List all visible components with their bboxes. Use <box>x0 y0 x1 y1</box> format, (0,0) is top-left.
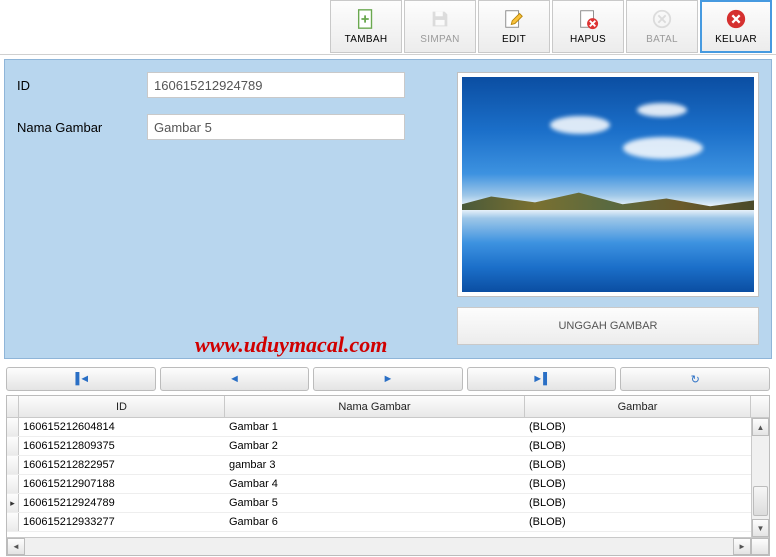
table-row[interactable]: 160615212933277Gambar 6(BLOB) <box>7 513 769 532</box>
delete-icon <box>577 8 599 30</box>
id-input[interactable] <box>147 72 405 98</box>
grid-header-nama[interactable]: Nama Gambar <box>225 396 525 417</box>
row-indicator: ▸ <box>7 494 19 512</box>
cell-id: 160615212604814 <box>19 421 225 433</box>
cell-id: 160615212809375 <box>19 440 225 452</box>
row-indicator <box>7 437 19 455</box>
image-preview-box <box>457 72 759 297</box>
row-indicator <box>7 456 19 474</box>
scroll-track[interactable] <box>752 436 769 519</box>
scroll-corner <box>751 538 769 555</box>
cell-id: 160615212907188 <box>19 478 225 490</box>
row-indicator <box>7 513 19 531</box>
edit-icon <box>503 8 525 30</box>
refresh-icon: ↻ <box>691 373 700 386</box>
row-indicator <box>7 418 19 436</box>
edit-label: EDIT <box>502 34 526 45</box>
id-label: ID <box>17 78 147 93</box>
grid-indicator-header <box>7 396 19 417</box>
keluar-label: KELUAR <box>715 34 757 45</box>
tambah-label: TAMBAH <box>345 34 388 45</box>
table-row[interactable]: 160615212604814Gambar 1(BLOB) <box>7 418 769 437</box>
batal-label: BATAL <box>646 34 678 45</box>
cell-id: 160615212822957 <box>19 459 225 471</box>
batal-button[interactable]: BATAL <box>626 0 698 53</box>
cell-id: 160615212924789 <box>19 497 225 509</box>
close-icon <box>725 8 747 30</box>
cell-nama: Gambar 6 <box>225 516 525 528</box>
scroll-up-button[interactable]: ▲ <box>752 418 769 436</box>
main-toolbar: TAMBAH SIMPAN EDIT HAPUS BATAL KELUAR <box>0 0 776 55</box>
grid-header: ID Nama Gambar Gambar <box>7 396 769 418</box>
nav-prev-button[interactable]: ◄ <box>160 367 310 391</box>
form-fields: ID Nama Gambar <box>17 72 457 346</box>
cell-gambar: (BLOB) <box>525 497 769 509</box>
app-window: TAMBAH SIMPAN EDIT HAPUS BATAL KELUAR ID <box>0 0 776 557</box>
cell-nama: Gambar 4 <box>225 478 525 490</box>
nama-input[interactable] <box>147 114 405 140</box>
image-column: UNGGAH GAMBAR <box>457 72 759 346</box>
last-icon: ►▌ <box>532 373 551 385</box>
tambah-button[interactable]: TAMBAH <box>330 0 402 53</box>
table-row[interactable]: 160615212907188Gambar 4(BLOB) <box>7 475 769 494</box>
cell-nama: Gambar 5 <box>225 497 525 509</box>
first-icon: ▐◄ <box>71 373 90 385</box>
form-panel: ID Nama Gambar UNGGAH GAMBAR www.uduymac… <box>4 59 772 359</box>
cell-gambar: (BLOB) <box>525 516 769 528</box>
grid-header-id[interactable]: ID <box>19 396 225 417</box>
cell-id: 160615212933277 <box>19 516 225 528</box>
record-navigator: ▐◄ ◄ ► ►▌ ↻ <box>0 367 776 391</box>
image-preview <box>462 77 754 292</box>
scroll-left-button[interactable]: ◄ <box>7 538 25 555</box>
nav-refresh-button[interactable]: ↻ <box>620 367 770 391</box>
cell-nama: gambar 3 <box>225 459 525 471</box>
hscroll-track[interactable] <box>25 538 733 555</box>
next-icon: ► <box>383 373 394 385</box>
table-row[interactable]: 160615212822957gambar 3(BLOB) <box>7 456 769 475</box>
cancel-icon <box>651 8 673 30</box>
grid-header-scroll-spacer <box>751 396 769 417</box>
hapus-label: HAPUS <box>570 34 606 45</box>
nav-first-button[interactable]: ▐◄ <box>6 367 156 391</box>
nama-label: Nama Gambar <box>17 120 147 135</box>
edit-button[interactable]: EDIT <box>478 0 550 53</box>
grid-body: 160615212604814Gambar 1(BLOB)16061521280… <box>7 418 769 537</box>
nav-next-button[interactable]: ► <box>313 367 463 391</box>
vertical-scrollbar[interactable]: ▲ ▼ <box>751 418 769 537</box>
cell-nama: Gambar 2 <box>225 440 525 452</box>
cell-gambar: (BLOB) <box>525 459 769 471</box>
grid-header-gambar[interactable]: Gambar <box>525 396 751 417</box>
simpan-label: SIMPAN <box>420 34 459 45</box>
prev-icon: ◄ <box>229 373 240 385</box>
row-indicator <box>7 475 19 493</box>
simpan-button[interactable]: SIMPAN <box>404 0 476 53</box>
scroll-down-button[interactable]: ▼ <box>752 519 769 537</box>
cell-gambar: (BLOB) <box>525 478 769 490</box>
nav-last-button[interactable]: ►▌ <box>467 367 617 391</box>
cell-gambar: (BLOB) <box>525 440 769 452</box>
scroll-thumb[interactable] <box>753 486 768 516</box>
data-grid: ID Nama Gambar Gambar 160615212604814Gam… <box>6 395 770 556</box>
upload-button[interactable]: UNGGAH GAMBAR <box>457 307 759 345</box>
watermark-text: www.uduymacal.com <box>195 332 387 358</box>
keluar-button[interactable]: KELUAR <box>700 0 772 53</box>
add-icon <box>355 8 377 30</box>
scroll-right-button[interactable]: ► <box>733 538 751 555</box>
cell-gambar: (BLOB) <box>525 421 769 433</box>
save-icon <box>429 8 451 30</box>
hapus-button[interactable]: HAPUS <box>552 0 624 53</box>
horizontal-scrollbar[interactable]: ◄ ► <box>7 537 769 555</box>
table-row[interactable]: 160615212809375Gambar 2(BLOB) <box>7 437 769 456</box>
cell-nama: Gambar 1 <box>225 421 525 433</box>
upload-label: UNGGAH GAMBAR <box>558 320 657 332</box>
table-row[interactable]: ▸160615212924789Gambar 5(BLOB) <box>7 494 769 513</box>
